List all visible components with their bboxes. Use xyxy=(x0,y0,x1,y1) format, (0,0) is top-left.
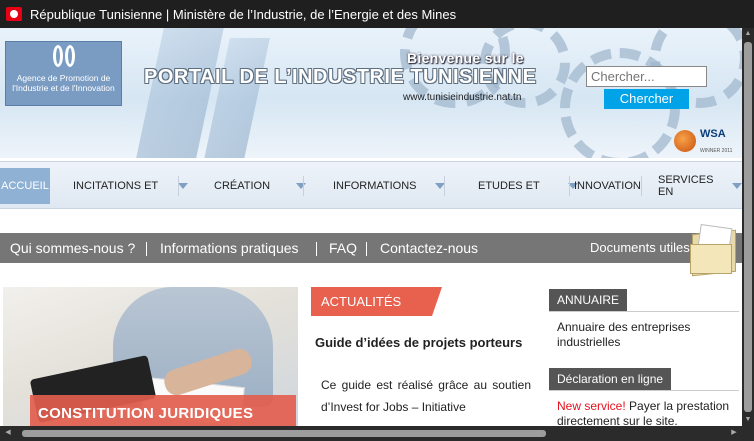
declaration-tab[interactable]: Déclaration en ligne xyxy=(549,368,672,390)
link-qui-sommes-nous[interactable]: Qui sommes-nous ? xyxy=(10,240,135,256)
link-informations-pratiques[interactable]: Informations pratiques xyxy=(160,240,299,256)
portal-title: PORTAIL DE L’INDUSTRIE TUNISIENNE xyxy=(144,66,537,88)
nav-item-label: INCITATIONS ET xyxy=(73,180,159,192)
nav-item-label: ETUDES ET xyxy=(478,180,540,192)
scroll-thumb[interactable] xyxy=(22,430,546,437)
nav-divider xyxy=(641,176,642,196)
nav-divider xyxy=(569,176,570,196)
news-tab[interactable]: ACTUALITÉS xyxy=(311,287,442,316)
wsa-logo-text: WSA xyxy=(700,128,726,140)
chevron-down-icon xyxy=(296,183,307,189)
link-faq[interactable]: FAQ xyxy=(329,240,357,256)
search-button[interactable]: Chercher xyxy=(604,89,689,109)
logo-text: Agence de Promotion de l'Industrie et de… xyxy=(12,73,115,93)
nav-item-label: SERVICES EN xyxy=(658,174,714,198)
folder-icon[interactable] xyxy=(688,223,738,277)
divider xyxy=(549,311,739,312)
documents-utiles-link[interactable]: Documents utiles xyxy=(590,240,690,255)
portal-url: www.tunisieindustrie.nat.tn xyxy=(403,92,522,103)
window-title: République Tunisienne | Ministère de l’I… xyxy=(30,6,457,22)
subnav-divider xyxy=(316,242,317,256)
subnav-divider xyxy=(146,242,147,256)
scroll-right-icon[interactable]: ▶ xyxy=(728,427,740,439)
nav-item-label: CRÉATION xyxy=(214,180,271,192)
annuaire-tab[interactable]: ANNUAIRE xyxy=(549,289,628,311)
chevron-down-icon xyxy=(732,183,742,189)
nav-item-creation[interactable]: CRÉATION xyxy=(214,168,307,204)
nav-item-label: INFORMATIONS xyxy=(333,180,417,192)
nav-item-informations[interactable]: INFORMATIONS xyxy=(333,168,445,204)
divider xyxy=(549,390,739,391)
chevron-down-icon xyxy=(178,183,189,189)
link-contactez-nous[interactable]: Contactez-nous xyxy=(380,240,478,256)
globe-icon xyxy=(674,130,696,152)
nav-item-incitations[interactable]: INCITATIONS ET xyxy=(73,168,189,204)
window-title-bar: République Tunisienne | Ministère de l’I… xyxy=(0,0,754,28)
horizontal-scrollbar[interactable]: ◀ ▶ xyxy=(0,426,754,441)
tunisia-flag-icon xyxy=(6,7,22,21)
nav-home[interactable]: ACCUEIL xyxy=(0,168,50,204)
new-service-label: New service! xyxy=(557,399,626,413)
apii-logo[interactable]: Agence de Promotion de l'Industrie et de… xyxy=(5,41,122,106)
nav-item-services[interactable]: SERVICES EN xyxy=(658,168,742,204)
scroll-up-icon[interactable]: ▲ xyxy=(743,28,753,40)
news-text: Ce guide est réalisé grâce au soutien d’… xyxy=(321,378,531,414)
declaration-text: New service! Payer la prestation directe… xyxy=(557,399,732,426)
vertical-scrollbar[interactable]: ▲ ▼ xyxy=(742,28,754,426)
news-headline[interactable]: Guide d’idées de projets porteurs xyxy=(315,335,522,350)
subnav-divider xyxy=(366,242,367,256)
main-nav: ACCUEIL INCITATIONS ET CRÉATION INFORMAT… xyxy=(0,161,742,209)
wsa-award-badge: WSA WINNER 2011 xyxy=(672,128,738,156)
apii-logo-icon xyxy=(49,45,79,71)
nav-divider xyxy=(303,176,304,196)
portal-welcome: Bienvenue sur le xyxy=(407,50,524,66)
wsa-sub-text: WINNER 2011 xyxy=(700,148,733,154)
annuaire-text[interactable]: Annuaire des entreprises industrielles xyxy=(557,320,727,350)
nav-divider xyxy=(444,176,445,196)
header-banner: Agence de Promotion de l'Industrie et de… xyxy=(0,28,742,158)
secondary-nav: Qui sommes-nous ? Informations pratiques… xyxy=(0,233,742,263)
page-viewport: Agence de Promotion de l'Industrie et de… xyxy=(0,28,742,426)
nav-item-label: INNOVATION xyxy=(574,180,641,192)
nav-item-innovation[interactable]: INNOVATION xyxy=(574,168,641,204)
scroll-thumb[interactable] xyxy=(744,42,752,412)
feature-caption[interactable]: CONSTITUTION JURIDIQUES xyxy=(30,395,296,426)
scroll-left-icon[interactable]: ◀ xyxy=(2,427,14,439)
nav-item-etudes[interactable]: ETUDES ET xyxy=(478,168,578,204)
nav-divider xyxy=(178,176,179,196)
scroll-down-icon[interactable]: ▼ xyxy=(743,414,753,426)
search-input[interactable] xyxy=(586,66,707,87)
